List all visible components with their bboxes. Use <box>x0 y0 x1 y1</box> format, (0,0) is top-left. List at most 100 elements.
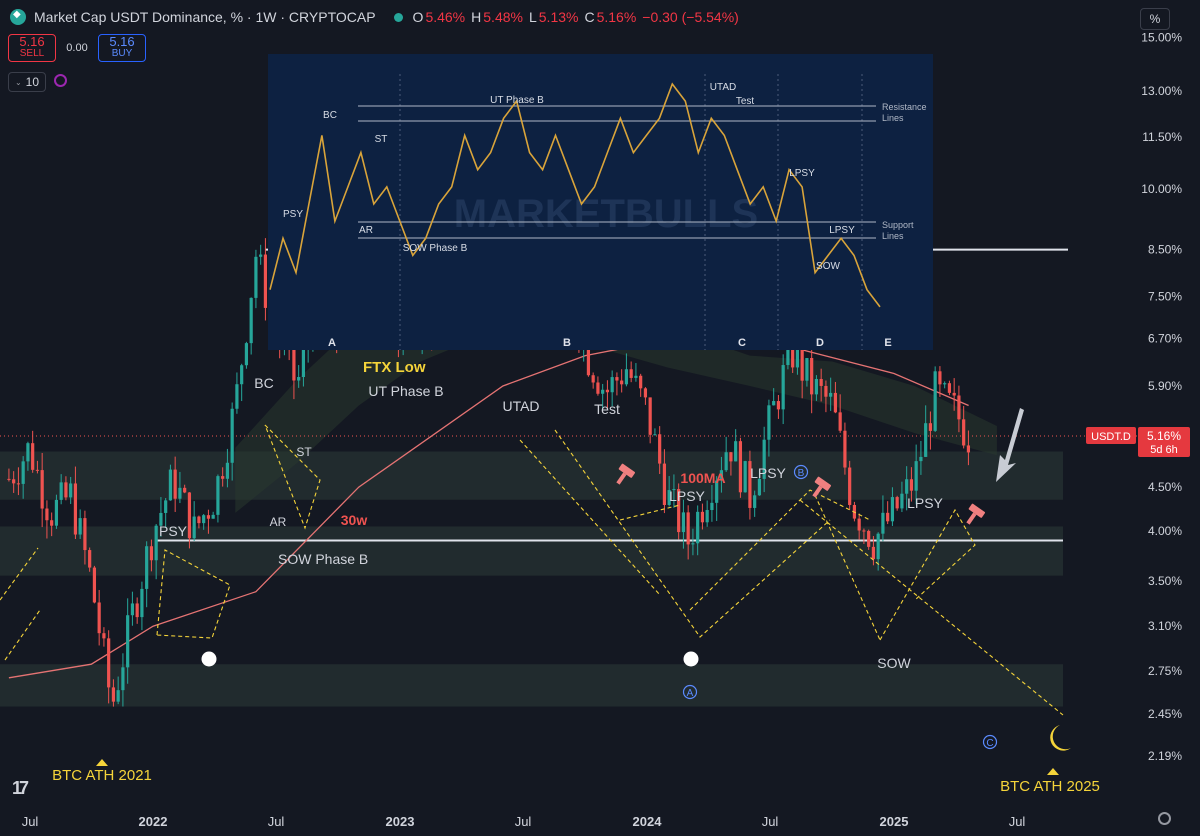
current-price-label: 5.16% <box>1147 429 1181 443</box>
inset-resistance-label: Resistance <box>882 102 927 112</box>
candle-body <box>729 452 733 462</box>
candle-body <box>724 452 728 471</box>
lpsy-label: LPSY <box>669 488 705 504</box>
candle-body <box>111 687 116 702</box>
tradingview-logo[interactable]: 17 <box>12 778 29 799</box>
market-status-icon <box>393 12 403 22</box>
candle-body <box>857 518 861 531</box>
phase-c-marker: C <box>986 738 993 749</box>
x-tick-label: 2024 <box>633 814 663 829</box>
candle-body <box>605 389 610 393</box>
y-tick-label: 10.00% <box>1141 182 1182 196</box>
candle-body <box>871 546 876 560</box>
candle-body <box>710 502 714 511</box>
y-tick-label: 3.50% <box>1148 574 1182 588</box>
buy-button[interactable]: 5.16 BUY <box>98 34 146 62</box>
demand-zone <box>0 451 1063 500</box>
candle-body <box>59 482 63 500</box>
y-tick-label: 4.00% <box>1148 524 1182 538</box>
open-label: O <box>412 9 424 25</box>
candle-body <box>254 256 258 298</box>
candle-body <box>173 469 177 499</box>
candle-body <box>263 254 268 308</box>
quantity-selector[interactable]: ⌄ 10 <box>8 72 46 92</box>
candle-body <box>7 478 11 480</box>
candle-body <box>890 497 895 522</box>
candle-body <box>914 461 918 491</box>
candle-body <box>45 508 49 521</box>
x-tick-label: 2023 <box>386 814 415 829</box>
candle-body <box>168 469 173 501</box>
candle-body <box>772 401 776 406</box>
candle-body <box>12 479 16 484</box>
candle-body <box>249 297 253 344</box>
phase-a-marker: A <box>687 688 694 699</box>
candle-body <box>192 516 196 539</box>
x-tick-label: Jul <box>22 814 39 829</box>
inset-sow-label: SOW <box>816 261 840 272</box>
candle-body <box>21 461 25 484</box>
x-tick-label: Jul <box>515 814 532 829</box>
candle-body <box>900 493 904 509</box>
inset-lpsy-label: LPSY <box>829 225 855 236</box>
ar-label: AR <box>270 515 287 529</box>
y-tick-label: 2.75% <box>1148 664 1182 678</box>
ftx-low-label: FTX Low <box>363 359 426 376</box>
candle-body <box>107 638 111 688</box>
symbol-title[interactable]: Market Cap USDT Dominance, % · 1W · CRYP… <box>34 9 376 25</box>
candle-body <box>54 499 59 526</box>
candle-body <box>596 382 600 394</box>
candle-body <box>681 512 686 533</box>
candle-body <box>686 512 690 545</box>
settings-gear-icon[interactable] <box>1158 812 1171 825</box>
candle-body <box>895 497 899 509</box>
utad-label: UTAD <box>502 398 539 414</box>
candle-body <box>653 434 657 436</box>
candle-body <box>757 478 762 496</box>
support-touch-dot <box>683 651 699 667</box>
candle-body <box>781 365 785 410</box>
y-tick-label: 2.19% <box>1148 749 1182 763</box>
candle-body <box>919 456 923 462</box>
btc-ath-2025-label: BTC ATH 2025 <box>1000 778 1100 795</box>
quantity-value: 10 <box>25 75 40 89</box>
scale-mode-button[interactable]: % <box>1140 8 1170 30</box>
sync-icon[interactable] <box>54 74 67 87</box>
open-value: 5.46% <box>425 9 466 25</box>
candle-body <box>629 369 633 378</box>
candle-body <box>700 511 705 523</box>
candle-body <box>909 479 914 491</box>
candle-body <box>102 633 106 639</box>
inset-phase-label: B <box>563 337 571 349</box>
trade-panel: 5.16 SELL 0.00 5.16 BUY <box>8 34 146 62</box>
candle-body <box>843 430 847 468</box>
candle-body <box>31 443 35 470</box>
candle-body <box>259 254 263 257</box>
x-tick-label: 2025 <box>880 814 909 829</box>
candle-body <box>197 516 201 524</box>
candle-body <box>149 546 154 561</box>
candle-body <box>206 515 211 519</box>
phase-b-marker: B <box>798 468 805 479</box>
candle-body <box>183 487 187 493</box>
candle-body <box>795 347 800 368</box>
y-tick-label: 11.50% <box>1142 130 1182 144</box>
chart[interactable]: 36.00%32.00%28.00%25.00%22.00%19.00%17.0… <box>0 0 1200 836</box>
y-tick-label: 2.45% <box>1148 707 1182 721</box>
sow-phase-b-label: SOW Phase B <box>278 551 368 567</box>
candle-body <box>705 510 709 523</box>
low-label: L <box>528 9 537 25</box>
candle-body <box>230 408 234 463</box>
candle-body <box>662 463 667 505</box>
y-tick-label: 15.00% <box>1141 31 1182 45</box>
candle-body <box>800 347 804 381</box>
y-tick-label: 5.90% <box>1148 379 1182 393</box>
candle-body <box>73 483 78 535</box>
candle-body <box>26 443 30 462</box>
inset-support-label: Support <box>882 220 914 230</box>
candle-body <box>734 441 738 462</box>
tether-logo-icon <box>10 9 26 25</box>
y-tick-label: 4.50% <box>1148 480 1182 494</box>
inset-lines-label: Lines <box>882 231 904 241</box>
sell-button[interactable]: 5.16 SELL <box>8 34 56 62</box>
